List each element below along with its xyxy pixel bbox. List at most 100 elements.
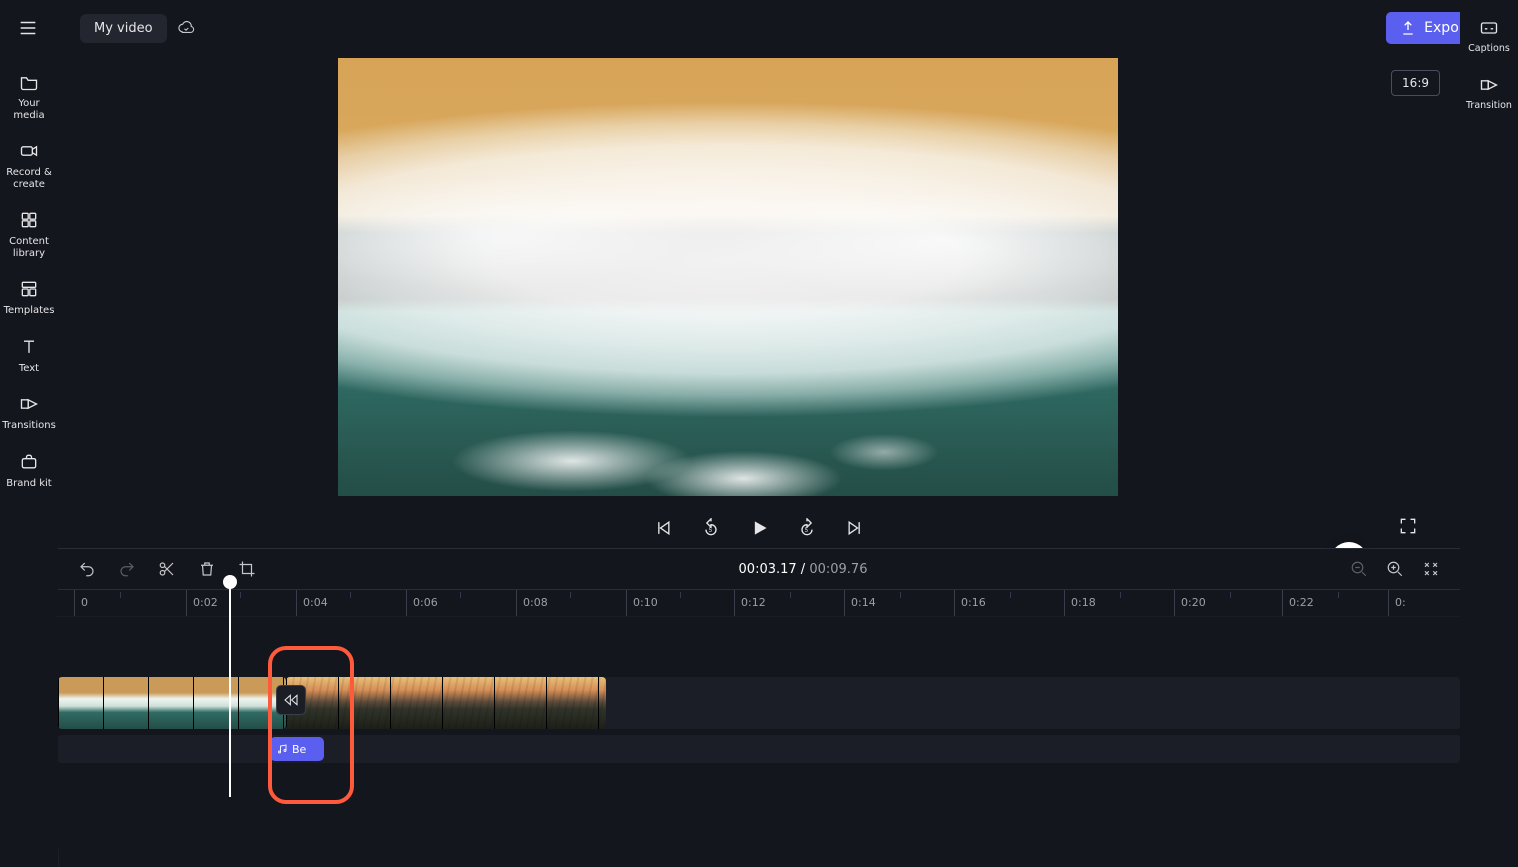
upload-icon [1400,20,1416,36]
transition-marker[interactable] [276,685,306,715]
split-button[interactable] [156,558,178,580]
undo-button[interactable] [76,558,98,580]
ruler-tick-minor [570,592,571,598]
zoom-fit-icon [1422,560,1440,578]
right-sidebar: Captions Transition [1460,0,1518,867]
ruler-tick-minor [240,592,241,598]
audio-clip[interactable]: Be [270,737,324,761]
ruler-tick-major: 0: [1388,590,1406,616]
sidebar-item-transition[interactable]: Transition [1460,67,1518,120]
ruler-tick-minor [1010,592,1011,598]
ruler-tick-major: 0:16 [954,590,986,616]
ruler-tick-minor [1120,592,1121,598]
captions-icon [1479,18,1499,38]
skip-end-icon [845,518,865,538]
timeline-time-display: 00:03.17 / 00:09.76 [276,562,1330,577]
fullscreen-icon [1398,516,1418,536]
trash-icon [198,560,216,578]
templates-icon [19,279,39,299]
skip-start-icon [653,518,673,538]
sidebar-item-label: Transition [1462,101,1516,112]
video-clip-2[interactable] [286,677,606,729]
timeline-panel: 00:03.17 / 00:09.76 00:020:040:060:080:1… [58,548,1460,849]
ruler-tick-major: 0:02 [186,590,218,616]
ruler-tick-minor [120,592,121,598]
ruler-tick-minor [350,592,351,598]
forward-5-button[interactable]: 5 [794,515,820,541]
timeline-toolbar: 00:03.17 / 00:09.76 [58,549,1460,590]
skip-start-button[interactable] [650,515,676,541]
play-button[interactable] [746,515,772,541]
zoom-in-icon [1386,560,1404,578]
ruler-tick-minor [680,592,681,598]
sidebar-item-record-create[interactable]: Record & create [0,133,58,198]
sidebar-item-transitions[interactable]: Transitions [0,386,58,440]
fullscreen-button[interactable] [1390,508,1426,544]
music-note-icon [276,743,288,755]
menu-button[interactable] [6,6,50,50]
zoom-out-button[interactable] [1348,558,1370,580]
sidebar-item-label: Your media [2,98,56,121]
sidebar-item-your-media[interactable]: Your media [0,64,58,129]
text-icon [19,337,39,357]
skip-end-button[interactable] [842,515,868,541]
video-preview[interactable] [338,58,1118,496]
video-clip-1[interactable] [58,677,286,729]
forward-5-icon: 5 [797,518,817,538]
playhead[interactable] [229,583,231,797]
current-time: 00:03.17 [739,562,797,577]
timeline-tracks: Be [58,617,1460,797]
sidebar-item-templates[interactable]: Templates [0,271,58,325]
hamburger-icon [17,17,39,39]
transition-icon [1479,75,1499,95]
audio-clip-label: Be [292,743,306,756]
crop-icon [238,560,256,578]
total-time: 00:09.76 [809,562,867,577]
sidebar-item-captions[interactable]: Captions [1460,10,1518,63]
ruler-tick-major: 0 [74,590,88,616]
ruler-tick-major: 0:08 [516,590,548,616]
zoom-fit-button[interactable] [1420,558,1442,580]
top-bar: My video Export [0,0,1518,56]
project-title[interactable]: My video [80,14,167,43]
scissors-icon [158,560,176,578]
ruler-tick-major: 0:20 [1174,590,1206,616]
back-5-button[interactable]: 5 [698,515,724,541]
video-track[interactable] [58,677,1460,729]
aspect-ratio-button[interactable]: 16:9 [1391,70,1440,96]
library-icon [19,210,39,230]
redo-button[interactable] [116,558,138,580]
ruler-tick-major: 0:22 [1282,590,1314,616]
sidebar-item-brand-kit[interactable]: Brand kit [0,444,58,498]
rewind-5-icon: 5 [701,518,721,538]
ruler-tick-major: 0:14 [844,590,876,616]
sidebar-item-content-library[interactable]: Content library [0,202,58,267]
audio-track[interactable]: Be [58,735,1460,763]
ruler-tick-major: 0:18 [1064,590,1096,616]
svg-text:5: 5 [805,528,809,534]
sync-status-icon[interactable] [177,19,195,37]
ruler-tick-minor [1338,592,1339,598]
zoom-in-button[interactable] [1384,558,1406,580]
sidebar-item-label: Record & create [2,167,56,190]
undo-icon [78,560,96,578]
delete-button[interactable] [196,558,218,580]
zoom-controls [1348,558,1442,580]
sidebar-item-label: Captions [1462,44,1516,55]
sidebar-item-text[interactable]: Text [0,329,58,383]
ruler-tick-minor [460,592,461,598]
sidebar-item-label: Transitions [2,420,56,432]
svg-text:5: 5 [709,528,713,534]
timeline-ruler[interactable]: 00:020:040:060:080:100:120:140:160:180:2… [56,590,1460,617]
ruler-tick-minor [790,592,791,598]
folder-icon [19,72,39,92]
ruler-tick-major: 0:10 [626,590,658,616]
crop-button[interactable] [236,558,258,580]
ruler-tick-major: 0:06 [406,590,438,616]
player-controls: 5 5 [58,508,1460,548]
preview-area: 16:9 5 5 ? [58,56,1460,548]
sidebar-item-label: Templates [2,305,56,317]
ruler-tick-minor [900,592,901,598]
ruler-tick-major: 0:12 [734,590,766,616]
briefcase-icon [19,452,39,472]
